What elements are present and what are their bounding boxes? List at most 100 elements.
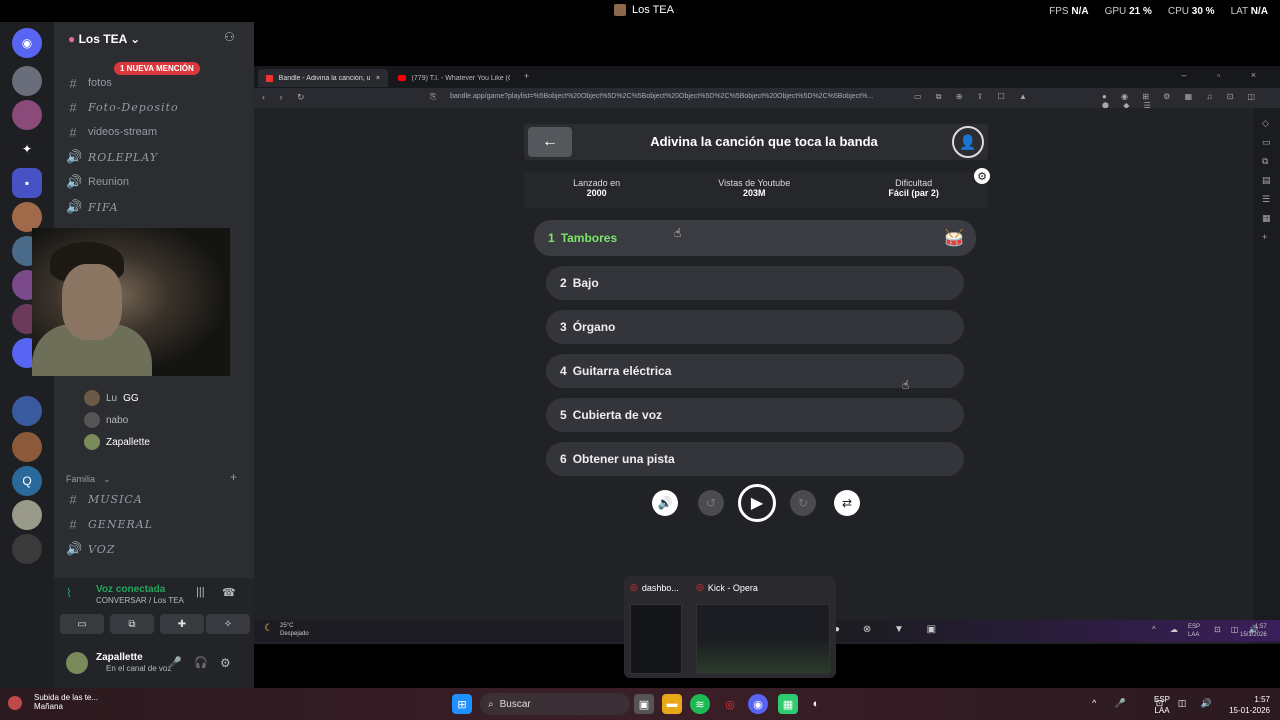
cpu-stat: CPU 30 %: [1167, 6, 1215, 17]
skip-button[interactable]: ⇄: [834, 490, 860, 516]
windows-start-icon[interactable]: ⊞: [452, 694, 472, 714]
taskbar-clock[interactable]: 1:57 15-01-2026: [1229, 694, 1270, 716]
preview-kick-opera[interactable]: ◎ Kick - Opera: [696, 582, 758, 593]
tray-icons[interactable]: ^ ☁: [1152, 625, 1184, 634]
category-familia[interactable]: Familia ⌄: [66, 468, 246, 490]
recorded-clock[interactable]: 1:57 15/1/2026: [1240, 623, 1267, 639]
hint-vocals[interactable]: 5 Cubierta de voz: [546, 398, 964, 432]
arrow-left-icon: ←: [542, 133, 558, 150]
obs-icon[interactable]: ◐: [806, 694, 826, 714]
hint-drums[interactable]: 1 Tambores 🥁: [534, 220, 976, 256]
file-explorer-icon[interactable]: ▬: [662, 694, 682, 714]
tray-icons[interactable]: ⊡ ◫ 🔊: [1156, 698, 1218, 709]
server-name-header[interactable]: ● Los TEA ⌄: [68, 32, 140, 46]
notification-widget[interactable]: Subida de las te... Mañana: [34, 693, 98, 711]
soundboard-button[interactable]: ✧: [206, 614, 250, 634]
channel-fotos[interactable]: # fotos: [66, 72, 246, 94]
server-icon[interactable]: ▪: [12, 168, 42, 198]
window-controls[interactable]: – ▫ ×: [1182, 70, 1270, 80]
hint-bass[interactable]: 2 Bajo: [546, 266, 964, 300]
play-icon: ▶: [750, 495, 764, 512]
camera-button[interactable]: ▭: [60, 614, 104, 634]
voice-user[interactable]: Zapallette: [84, 432, 150, 452]
rewind-button[interactable]: ↺: [698, 490, 724, 516]
voice-channel-voz[interactable]: 🔊 VOZ: [66, 538, 246, 560]
voice-channel-fifa[interactable]: 🔊 FIFA: [66, 196, 246, 218]
volume-button[interactable]: 🔊: [652, 490, 678, 516]
voice-channel-reunion[interactable]: 🔊 Reunion: [66, 171, 246, 193]
close-tab-icon[interactable]: ×: [376, 75, 380, 82]
window-title-text: Los TEA: [632, 4, 674, 16]
forward-button[interactable]: ↻: [790, 490, 816, 516]
recorded-taskbar-apps[interactable]: ● ⊗ ▼ ▣: [834, 624, 946, 635]
discord-home-icon[interactable]: ◉: [12, 28, 42, 58]
voice-user[interactable]: nabo: [84, 410, 128, 430]
channel-general[interactable]: # GENERAL: [66, 513, 246, 535]
voice-user[interactable]: Lu GG: [84, 388, 139, 408]
hash-icon: #: [69, 516, 77, 532]
username[interactable]: Zapallette: [96, 652, 143, 663]
channel-foto-deposito[interactable]: # Foto-Deposito: [66, 96, 246, 118]
voice-connection-panel: ⌇ Voz conectada CONVERSAR / Los TEA ||| …: [54, 578, 254, 688]
profile-button[interactable]: 👤: [952, 126, 984, 158]
headphones-icon[interactable]: 🎧: [194, 656, 208, 669]
forward-icon: ↻: [797, 496, 809, 510]
bookmark-icon[interactable]: ⎘: [430, 92, 436, 102]
weather-widget[interactable]: 25°C Despejado: [280, 622, 309, 638]
voice-channel-roleplay[interactable]: 🔊 ROLEPLAY: [66, 146, 246, 168]
speaker-icon: 🔊: [657, 496, 673, 510]
server-icon[interactable]: [12, 396, 42, 426]
server-icon[interactable]: [12, 500, 42, 530]
disconnect-icon[interactable]: ☎: [222, 586, 236, 599]
server-icon[interactable]: ✦: [12, 134, 42, 164]
server-icon[interactable]: [12, 66, 42, 96]
channel-musica[interactable]: # MUSICA: [66, 488, 246, 510]
tab-bandle[interactable]: Bandle - Adivina la canción, un ... ×: [258, 69, 388, 87]
tab-youtube[interactable]: (779) T.I. - Whatever You Like (Offici..…: [390, 69, 518, 87]
screen-share-button[interactable]: ⧉: [110, 614, 154, 634]
hint-organ[interactable]: 3 Órgano: [546, 310, 964, 344]
lang-indicator[interactable]: ESP LAA: [1188, 623, 1200, 639]
url-field[interactable]: bandle.app/game?playlist=%5Bobject%20Obj…: [450, 93, 873, 100]
add-channel-icon[interactable]: +: [230, 470, 237, 484]
taskbar-search[interactable]: ⌕ Buscar: [480, 693, 630, 715]
preview-dashboard[interactable]: ◎ dashbo...: [630, 582, 679, 593]
mouse-cursor: ☝: [674, 226, 682, 240]
user-icon: 👤: [959, 133, 977, 150]
play-button[interactable]: ▶: [738, 484, 776, 522]
server-icon-small: ●: [68, 32, 76, 46]
server-icon[interactable]: Q: [12, 466, 42, 496]
avatar[interactable]: [66, 652, 88, 674]
address-actions[interactable]: ▭ ⧉ ⊕ ⇪ ☐ ▲: [914, 92, 1033, 102]
title-bar: Los TEA FPS N/A GPU 21 % CPU 30 % LAT N/…: [0, 0, 1280, 22]
nav-buttons[interactable]: ‹ › ↻: [262, 92, 311, 103]
preview-thumbnail[interactable]: [630, 604, 682, 674]
task-view-icon[interactable]: ▣: [634, 694, 654, 714]
new-tab-icon[interactable]: +: [524, 71, 529, 81]
channel-videos-stream[interactable]: # videos-stream: [66, 121, 246, 143]
game-header: Adivina la canción que toca la banda ← 👤: [524, 124, 988, 160]
sidebar-icons[interactable]: ◇ ▭ ⧉ ▤ ☰ ▦ +: [1262, 114, 1271, 247]
server-icon[interactable]: [12, 432, 42, 462]
microphone-icon[interactable]: 🎤: [168, 656, 182, 669]
app-icon[interactable]: ▦: [778, 694, 798, 714]
tray-icons[interactable]: ^ 🎤: [1092, 698, 1134, 709]
server-icon[interactable]: [12, 534, 42, 564]
activities-button[interactable]: ✚: [160, 614, 204, 634]
opera-icon[interactable]: ◎: [720, 694, 740, 714]
voice-status[interactable]: Voz conectada: [96, 584, 165, 595]
tab-strip: Bandle - Adivina la canción, un ... × (7…: [254, 66, 1280, 88]
release-year-info: Lanzado en 2000: [573, 178, 621, 198]
speaker-icon: 🔊: [66, 149, 83, 164]
spotify-icon[interactable]: ≋: [690, 694, 710, 714]
discord-icon[interactable]: ◉: [748, 694, 768, 714]
user-status: En el canal de voz: [106, 664, 172, 673]
server-icon[interactable]: [12, 100, 42, 130]
back-button[interactable]: ←: [528, 127, 572, 157]
preview-thumbnail[interactable]: [696, 604, 830, 674]
add-member-icon[interactable]: ⚇: [224, 30, 235, 44]
hint-get-clue[interactable]: 6 Obtener una pista: [546, 442, 964, 476]
noise-suppression-icon[interactable]: |||: [196, 586, 205, 598]
settings-gear-icon[interactable]: ⚙: [974, 168, 990, 184]
settings-gear-icon[interactable]: ⚙: [220, 656, 231, 670]
